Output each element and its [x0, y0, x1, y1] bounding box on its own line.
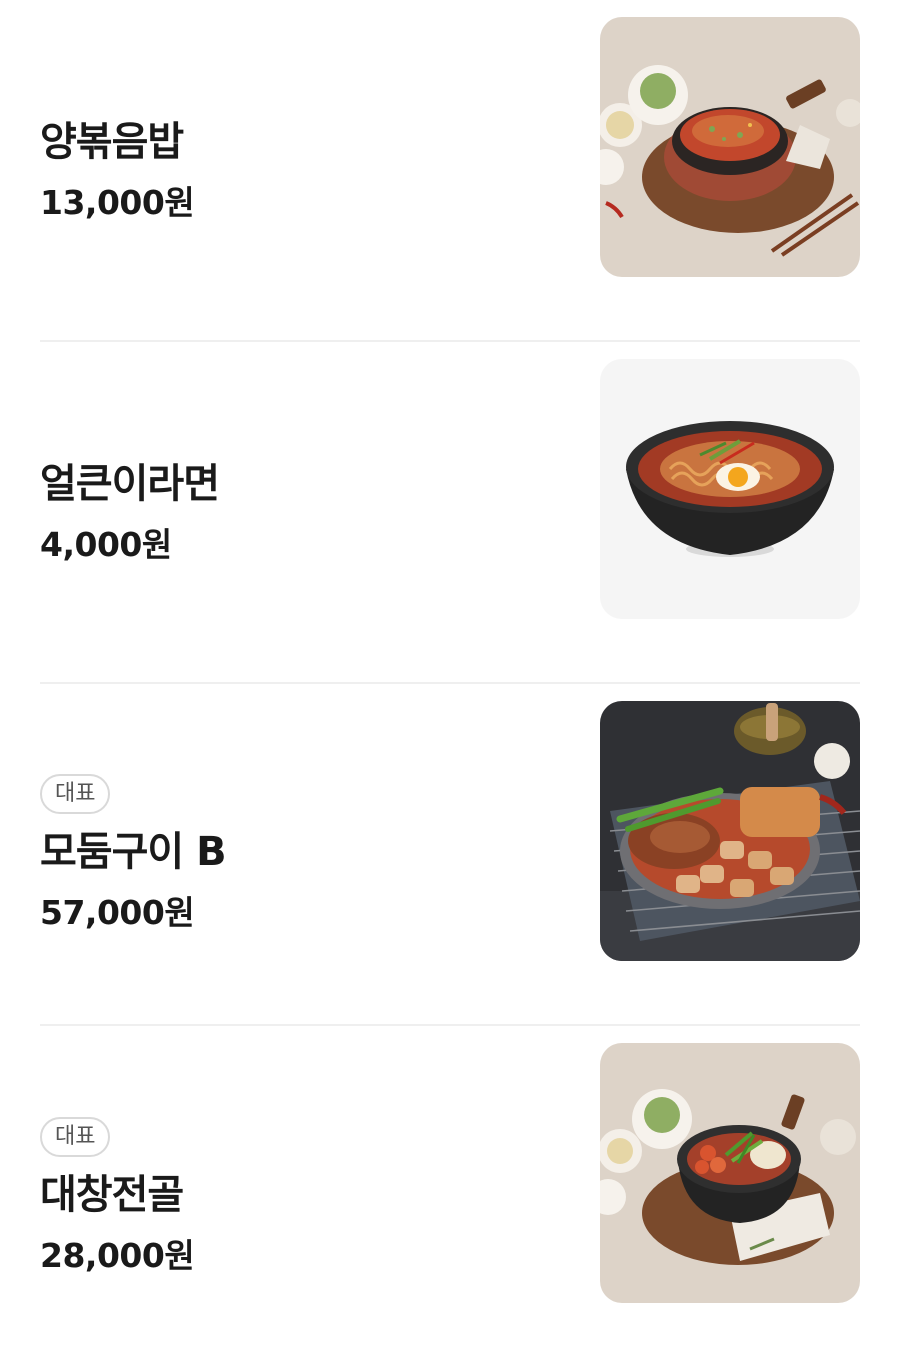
- menu-item-price: 13,000원: [40, 183, 195, 222]
- menu-item-name: 얼큰이라면: [40, 461, 220, 507]
- menu-item-daechang-hotpot[interactable]: 대표 대창전골 28,000원: [40, 1026, 860, 1368]
- menu-item-text: 대표 대창전골 28,000원: [40, 1026, 560, 1368]
- menu-list: 양볶음밥 13,000원 얼큰이라면 4,000원 대표 모둠구이 B 57,0…: [0, 0, 900, 1368]
- menu-item-spicy-ramen[interactable]: 얼큰이라면 4,000원: [40, 342, 860, 684]
- menu-item-text: 얼큰이라면 4,000원: [40, 342, 560, 682]
- menu-item-text: 양볶음밥 13,000원: [40, 0, 560, 340]
- mixed-grill-platter-photo: [600, 701, 860, 961]
- menu-item-photo[interactable]: [600, 359, 860, 619]
- menu-item-photo[interactable]: [600, 17, 860, 277]
- menu-item-price: 57,000원: [40, 893, 195, 932]
- menu-item-name: 모둠구이 B: [40, 829, 227, 875]
- menu-item-name: 양볶음밥: [40, 119, 184, 165]
- fried-rice-hotplate-photo: [600, 17, 860, 277]
- signature-badge: 대표: [40, 1117, 111, 1157]
- spicy-ramen-bowl-photo: [600, 359, 860, 619]
- menu-item-yang-fried-rice[interactable]: 양볶음밥 13,000원: [40, 0, 860, 342]
- menu-item-photo[interactable]: [600, 1043, 860, 1303]
- menu-item-price: 28,000원: [40, 1236, 195, 1275]
- menu-item-mixed-grill-b[interactable]: 대표 모둠구이 B 57,000원: [40, 684, 860, 1026]
- signature-badge: 대표: [40, 774, 111, 814]
- menu-item-price: 4,000원: [40, 525, 172, 564]
- daechang-hotpot-photo: [600, 1043, 860, 1303]
- menu-item-text: 대표 모둠구이 B 57,000원: [40, 684, 560, 1024]
- menu-item-name: 대창전골: [40, 1172, 184, 1218]
- menu-item-photo[interactable]: [600, 701, 860, 961]
